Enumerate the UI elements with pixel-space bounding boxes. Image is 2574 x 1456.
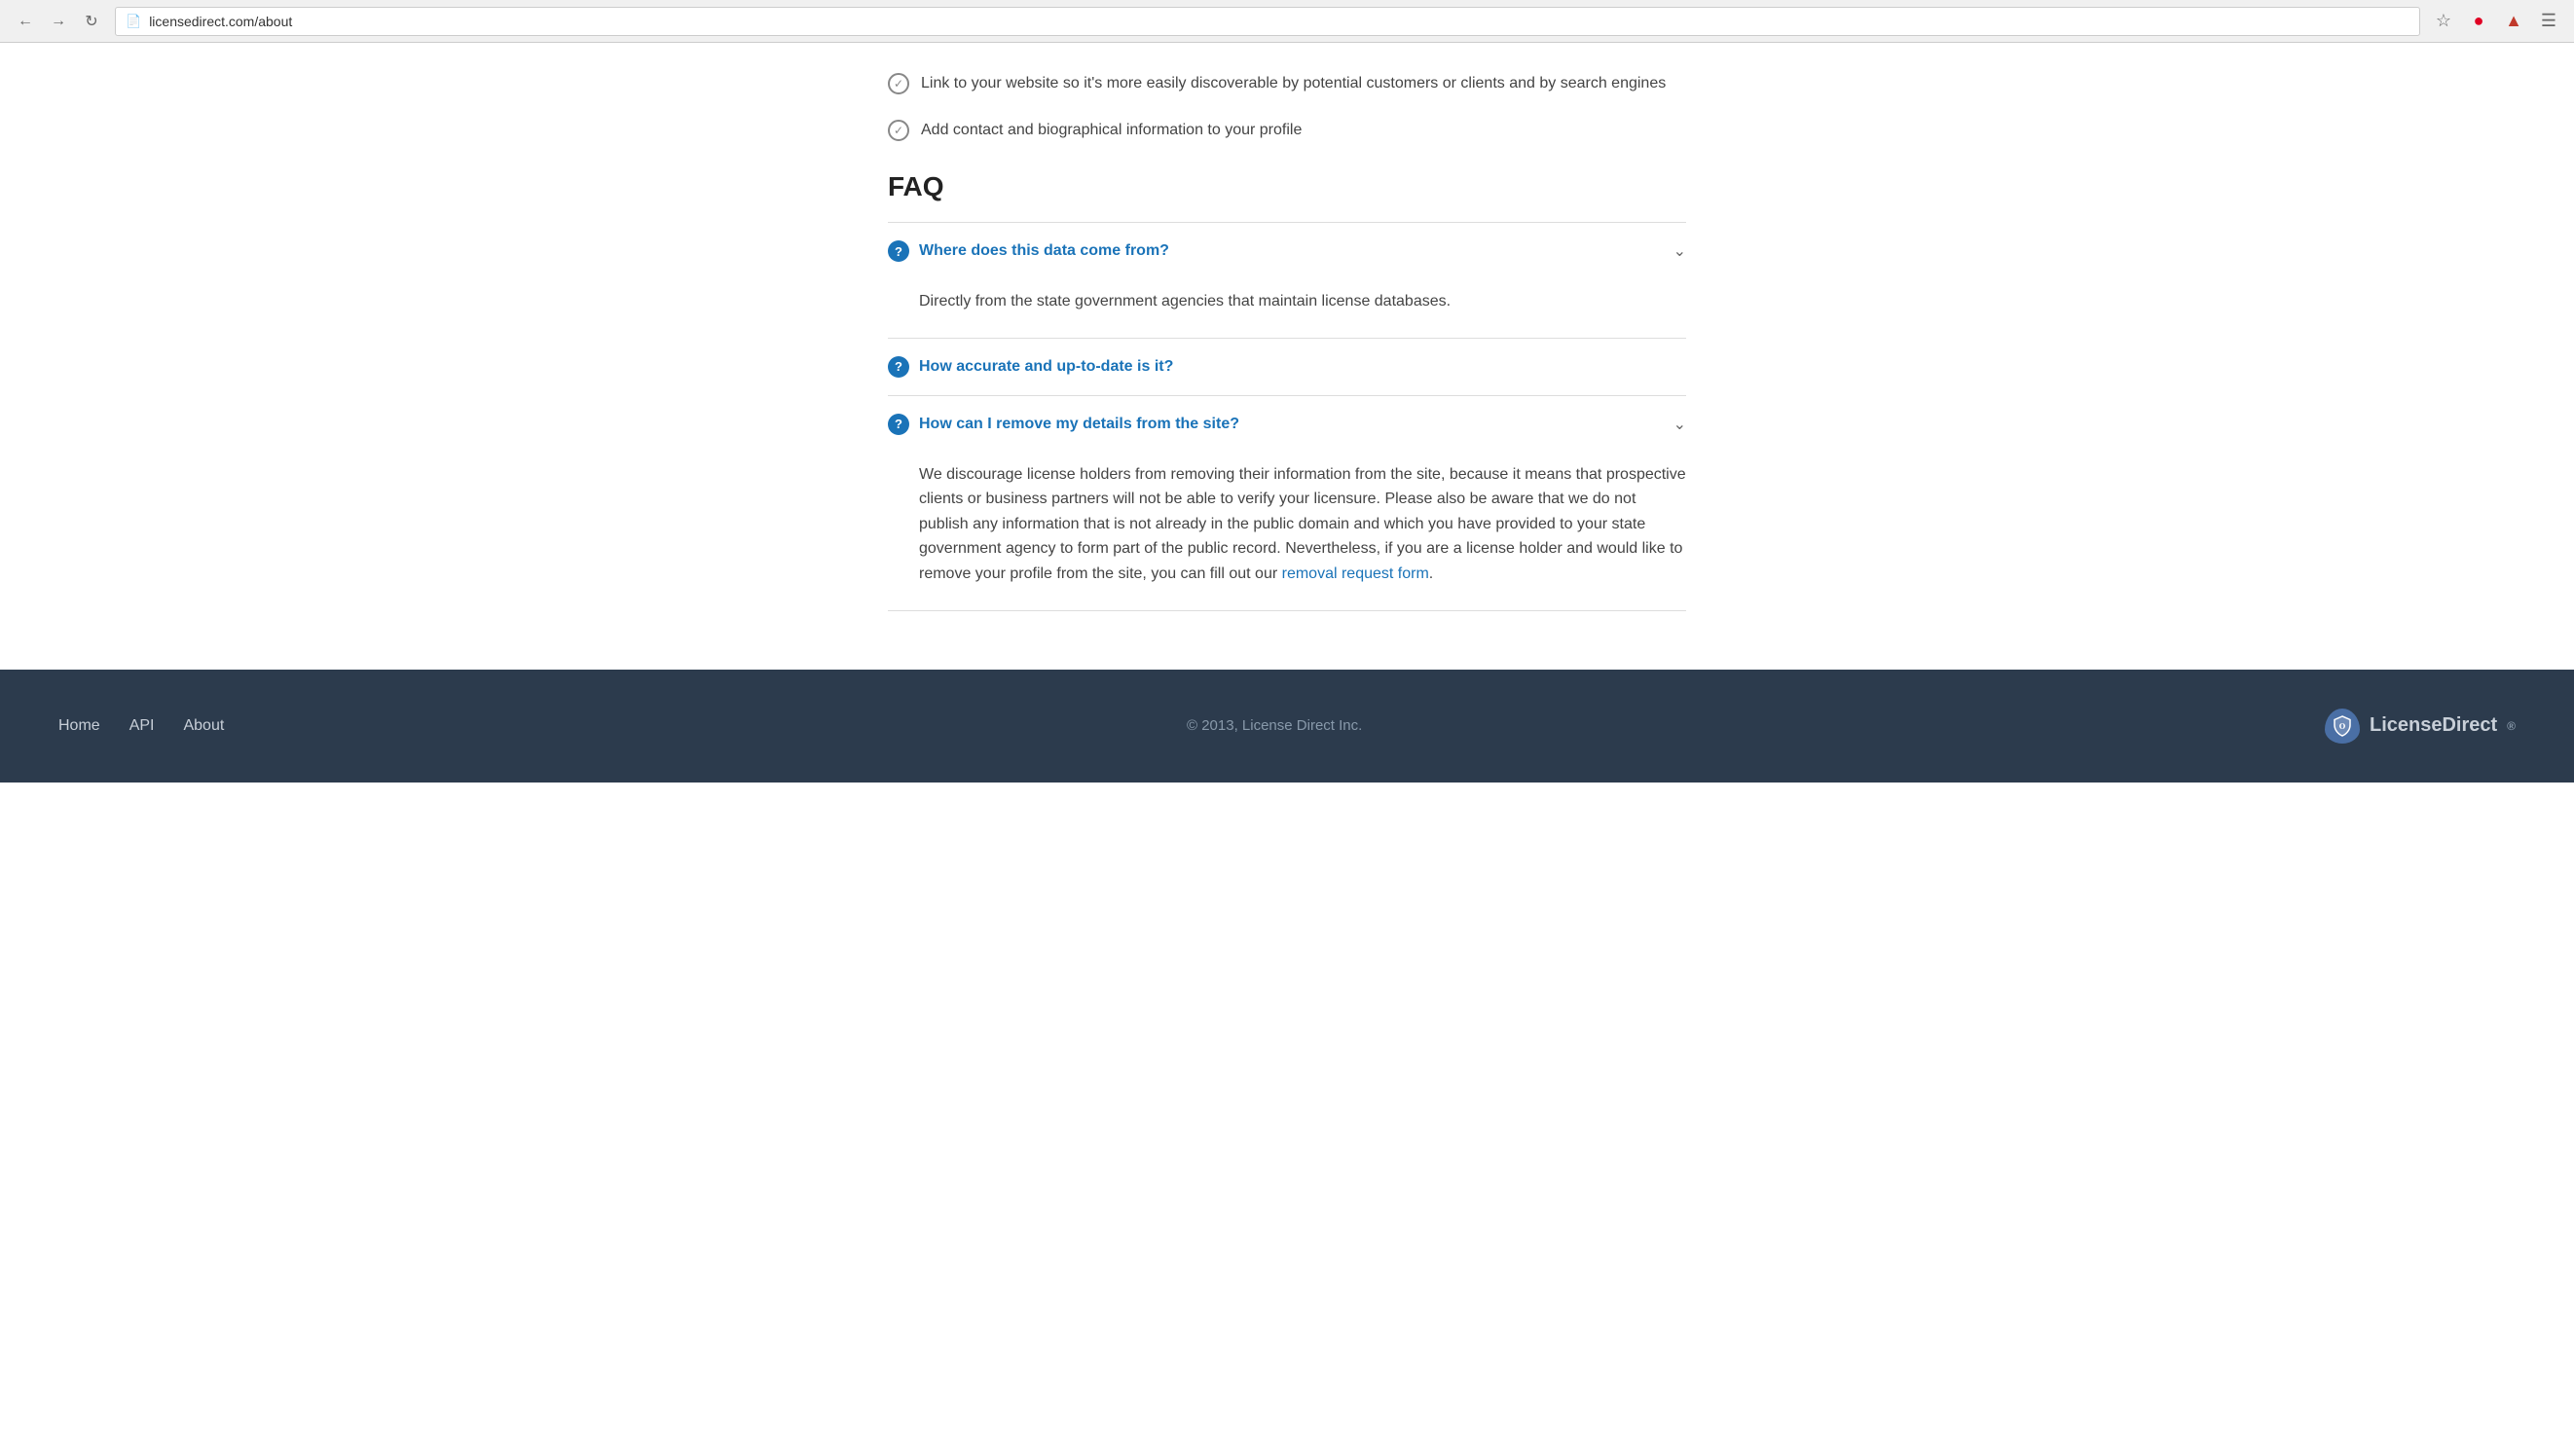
faq-answer-1: Directly from the state government agenc… — [888, 279, 1686, 338]
faq-question-left-1: ? Where does this data come from? — [888, 240, 1169, 262]
faq-item-2: ? How accurate and up-to-date is it? — [888, 338, 1686, 395]
question-icon-2: ? — [888, 356, 909, 378]
checklist-text-2: Add contact and biographical information… — [921, 119, 1302, 142]
faq-section: FAQ ? Where does this data come from? ⌄ … — [888, 171, 1686, 611]
footer-copyright: © 2013, License Direct Inc. — [1187, 717, 1362, 734]
faq-question-text-2: How accurate and up-to-date is it? — [919, 358, 1173, 376]
logo-shield-icon — [2325, 709, 2360, 744]
faq-question-left-2: ? How accurate and up-to-date is it? — [888, 356, 1173, 378]
browser-actions: ☆ ● ▲ ☰ — [2430, 8, 2562, 35]
faq-answer-text-3-after: . — [1429, 565, 1433, 582]
footer-link-home[interactable]: Home — [58, 717, 100, 735]
address-bar: 📄 — [115, 7, 2420, 36]
footer-link-api[interactable]: API — [129, 717, 155, 735]
footer-link-about[interactable]: About — [183, 717, 224, 735]
faq-question-text-3: How can I remove my details from the sit… — [919, 416, 1239, 433]
nav-buttons: ← → ↻ — [12, 8, 105, 35]
check-icon-1: ✓ — [888, 73, 909, 94]
chevron-down-icon-1: ⌄ — [1673, 241, 1686, 261]
faq-question-3[interactable]: ? How can I remove my details from the s… — [888, 396, 1686, 453]
faq-item-1: ? Where does this data come from? ⌄ Dire… — [888, 222, 1686, 338]
footer-logo-text: LicenseDirect — [2370, 714, 2497, 737]
checklist-text-1: Link to your website so it's more easily… — [921, 72, 1666, 95]
url-input[interactable] — [149, 14, 2409, 29]
question-icon-1: ? — [888, 240, 909, 262]
shield-button[interactable]: ▲ — [2500, 8, 2527, 35]
footer-registered-mark: ® — [2507, 719, 2516, 733]
footer-logo: LicenseDirect ® — [2325, 709, 2516, 744]
checklist-item: ✓ Link to your website so it's more easi… — [888, 72, 1686, 95]
page-content: ✓ Link to your website so it's more easi… — [849, 43, 1725, 670]
faq-question-1[interactable]: ? Where does this data come from? ⌄ — [888, 223, 1686, 279]
pinterest-button[interactable]: ● — [2465, 8, 2492, 35]
faq-title: FAQ — [888, 171, 1686, 202]
checklist: ✓ Link to your website so it's more easi… — [888, 72, 1686, 142]
faq-item-3: ? How can I remove my details from the s… — [888, 395, 1686, 611]
menu-button[interactable]: ☰ — [2535, 8, 2562, 35]
footer: Home API About © 2013, License Direct In… — [0, 670, 2574, 783]
page-icon: 📄 — [126, 14, 141, 29]
checklist-item-2: ✓ Add contact and biographical informati… — [888, 119, 1686, 142]
check-icon-2: ✓ — [888, 120, 909, 141]
question-icon-3: ? — [888, 414, 909, 435]
faq-answer-3: We discourage license holders from remov… — [888, 453, 1686, 610]
chevron-down-icon-3: ⌄ — [1673, 415, 1686, 434]
faq-question-left-3: ? How can I remove my details from the s… — [888, 414, 1239, 435]
reload-button[interactable]: ↻ — [78, 8, 105, 35]
faq-answer-text-1: Directly from the state government agenc… — [919, 293, 1451, 309]
bookmark-button[interactable]: ☆ — [2430, 8, 2457, 35]
faq-question-2[interactable]: ? How accurate and up-to-date is it? — [888, 339, 1686, 395]
faq-question-text-1: Where does this data come from? — [919, 242, 1169, 260]
removal-request-link[interactable]: removal request form — [1282, 565, 1429, 582]
footer-links: Home API About — [58, 717, 224, 735]
forward-button[interactable]: → — [45, 8, 72, 35]
back-button[interactable]: ← — [12, 8, 39, 35]
browser-chrome: ← → ↻ 📄 ☆ ● ▲ ☰ — [0, 0, 2574, 43]
